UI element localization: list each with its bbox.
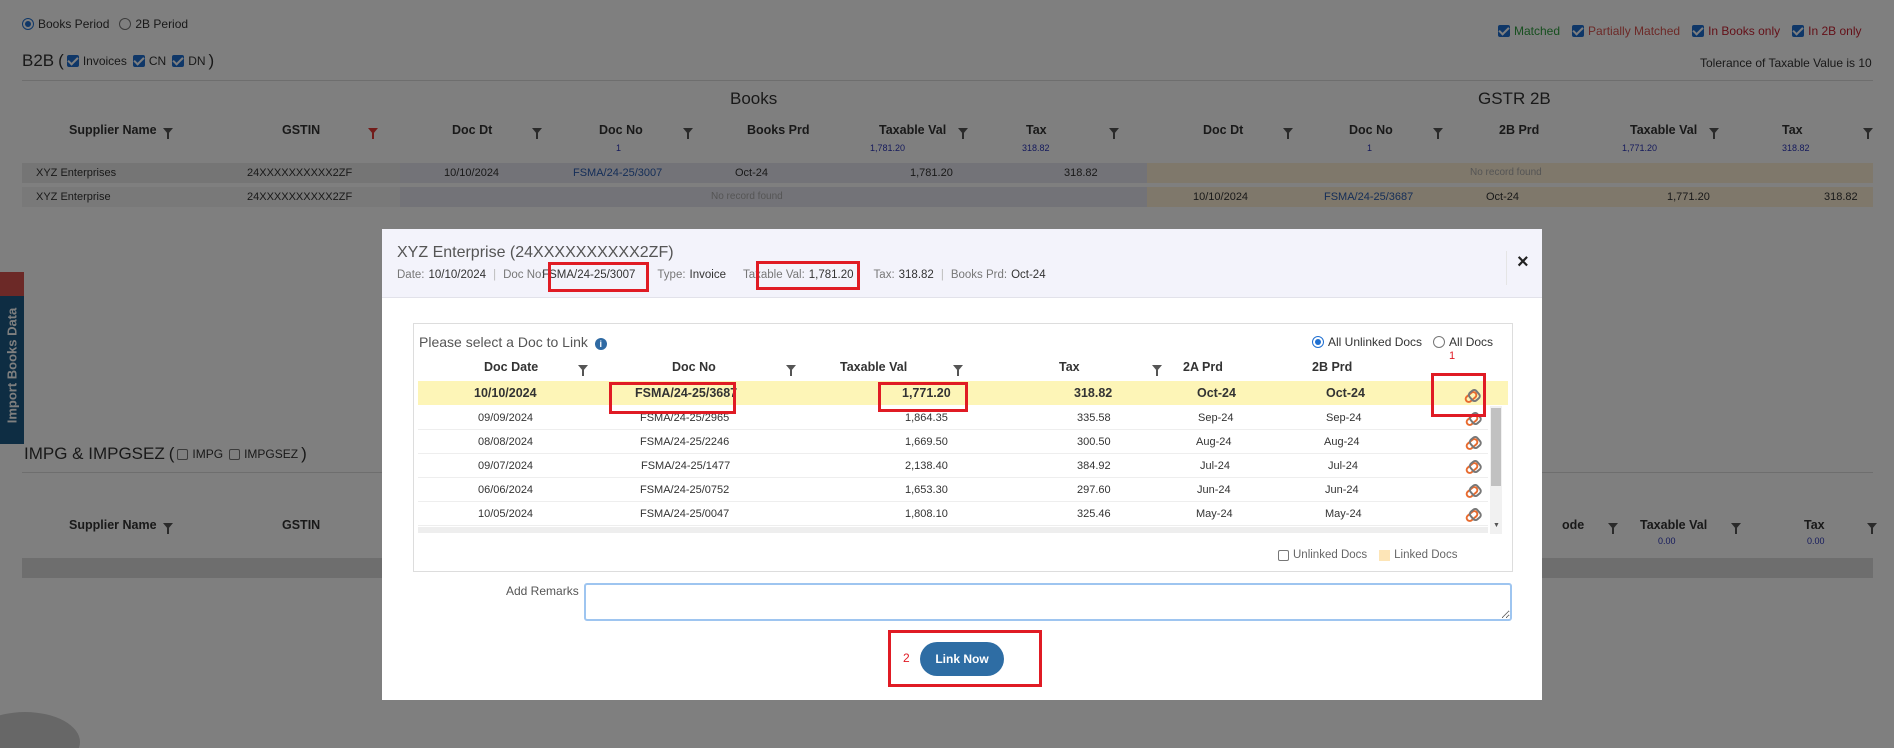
doc-2b-cell: Jun-24 bbox=[1325, 484, 1359, 496]
doc-row[interactable]: 10/05/2024 FSMA/24-25/0047 1,808.10 325.… bbox=[418, 502, 1488, 526]
unlinked-docs-label: Unlinked Docs bbox=[1293, 549, 1368, 561]
step-1-label: 1 bbox=[1449, 350, 1456, 362]
link-icon[interactable] bbox=[1464, 484, 1480, 500]
remarks-textarea[interactable] bbox=[584, 583, 1512, 621]
filter-icon[interactable] bbox=[578, 364, 589, 376]
link-icon[interactable] bbox=[1464, 436, 1480, 452]
date-value: 10/10/2024 bbox=[428, 269, 487, 281]
highlight-docno bbox=[548, 262, 649, 292]
doc-2a-cell: May-24 bbox=[1196, 508, 1233, 520]
remarks-label: Add Remarks bbox=[506, 584, 579, 598]
doc-no-cell: FSMA/24-25/1477 bbox=[641, 460, 731, 472]
doc-tax-cell: 297.60 bbox=[1077, 484, 1111, 496]
doc-tax-cell: 300.50 bbox=[1077, 436, 1111, 448]
type-value: Invoice bbox=[689, 269, 726, 281]
scroll-down-arrow[interactable]: ▼ bbox=[1493, 522, 1500, 529]
separator: | bbox=[940, 269, 944, 281]
select-doc-label: Please select a Doc to Link bbox=[419, 334, 588, 350]
doc-select-panel: Please select a Doc to Link i All Unlink… bbox=[413, 323, 1513, 572]
doc-col-no[interactable]: Doc No bbox=[672, 360, 796, 376]
doc-2a-cell: Jun-24 bbox=[1197, 484, 1231, 496]
all-docs-radio[interactable] bbox=[1433, 336, 1446, 348]
doc-col-taxable-label: Taxable Val bbox=[840, 360, 908, 374]
doc-tax-cell: 325.46 bbox=[1077, 508, 1111, 520]
highlight-doc-no bbox=[609, 382, 736, 414]
all-unlinked-radio[interactable] bbox=[1312, 336, 1324, 348]
info-icon[interactable]: i bbox=[594, 338, 607, 350]
doc-2b-cell: May-24 bbox=[1325, 508, 1362, 520]
close-button[interactable]: × bbox=[1506, 251, 1529, 285]
prd-label: Books Prd: bbox=[950, 269, 1008, 281]
doc-col-tax[interactable]: Tax bbox=[1059, 360, 1162, 376]
doc-2b-cell: Aug-24 bbox=[1324, 436, 1360, 448]
link-icon[interactable] bbox=[1464, 508, 1480, 524]
separator: | bbox=[493, 269, 497, 281]
doc-col-2a-prd: 2A Prd bbox=[1183, 360, 1223, 374]
doc-date-cell: 08/08/2024 bbox=[478, 436, 534, 448]
doc-col-no-label: Doc No bbox=[672, 360, 716, 374]
filter-icon[interactable] bbox=[953, 364, 964, 376]
doc-no-cell: FSMA/24-25/2246 bbox=[640, 436, 730, 448]
linked-docs-label: Linked Docs bbox=[1394, 549, 1458, 561]
doc-2a-cell: Aug-24 bbox=[1196, 436, 1232, 448]
tax-value: 318.82 bbox=[898, 269, 934, 281]
highlight-link-icon bbox=[1431, 373, 1486, 417]
doc-2b-cell: Sep-24 bbox=[1326, 412, 1362, 424]
filter-icon[interactable] bbox=[1151, 364, 1162, 376]
doc-taxable-cell: 1,808.10 bbox=[905, 508, 948, 520]
doc-date-cell: 06/06/2024 bbox=[478, 484, 534, 496]
doc-date-cell: 10/05/2024 bbox=[478, 508, 534, 520]
doc-col-date[interactable]: Doc Date bbox=[484, 360, 589, 376]
modal-subheader: Date: 10/10/2024 | Doc No: FSMA/24-25/30… bbox=[397, 269, 1046, 281]
link-icon[interactable] bbox=[1464, 460, 1480, 476]
docno-label: Doc No: bbox=[503, 269, 544, 281]
doc-2a-cell: Sep-24 bbox=[1198, 412, 1234, 424]
all-docs-label: All Docs bbox=[1449, 335, 1494, 349]
doc-row[interactable]: 09/07/2024 FSMA/24-25/1477 2,138.40 384.… bbox=[418, 454, 1488, 478]
doc-col-date-label: Doc Date bbox=[484, 360, 539, 374]
doc-2b-cell: Oct-24 bbox=[1326, 386, 1365, 400]
doc-col-2b-prd: 2B Prd bbox=[1312, 360, 1353, 374]
doc-tax-cell: 384.92 bbox=[1077, 460, 1111, 472]
link-doc-modal: XYZ Enterprise (24XXXXXXXXXX2ZF) Date: 1… bbox=[382, 229, 1542, 700]
doc-taxable-cell: 2,138.40 bbox=[905, 460, 948, 472]
doc-taxable-cell: 1,669.50 bbox=[905, 436, 948, 448]
modal-title: XYZ Enterprise (24XXXXXXXXXX2ZF) bbox=[397, 244, 674, 261]
doc-taxable-cell: 1,653.30 bbox=[905, 484, 948, 496]
highlight-doc-taxable bbox=[878, 382, 968, 412]
tax-label: Tax: bbox=[873, 269, 895, 281]
doc-tax-cell: 335.58 bbox=[1077, 412, 1111, 424]
doc-2a-cell: Jul-24 bbox=[1200, 460, 1230, 472]
filter-icon[interactable] bbox=[785, 364, 796, 376]
doc-col-tax-label: Tax bbox=[1059, 360, 1080, 374]
doc-filter-options: All Unlinked Docs All Docs bbox=[1312, 335, 1493, 349]
doc-row-partial bbox=[418, 527, 1488, 533]
doc-row[interactable]: 06/06/2024 FSMA/24-25/0752 1,653.30 297.… bbox=[418, 478, 1488, 502]
prd-value: Oct-24 bbox=[1011, 269, 1046, 281]
all-unlinked-label: All Unlinked Docs bbox=[1328, 335, 1423, 349]
doc-col-taxable[interactable]: Taxable Val bbox=[840, 360, 964, 376]
scrollbar-thumb[interactable] bbox=[1491, 408, 1501, 486]
doc-no-cell: FSMA/24-25/0047 bbox=[640, 508, 730, 520]
doc-taxable-cell: 1,864.35 bbox=[905, 412, 948, 424]
type-label: Type: bbox=[657, 269, 686, 281]
doc-no-cell: FSMA/24-25/0752 bbox=[640, 484, 730, 496]
doc-2a-cell: Oct-24 bbox=[1197, 386, 1236, 400]
doc-row[interactable]: 08/08/2024 FSMA/24-25/2246 1,669.50 300.… bbox=[418, 430, 1488, 454]
doc-date-cell: 09/09/2024 bbox=[478, 412, 534, 424]
highlight-link-now bbox=[888, 630, 1042, 687]
doc-legend: Unlinked Docs Linked Docs bbox=[1278, 549, 1457, 561]
highlight-taxable bbox=[756, 261, 860, 290]
doc-date-cell: 09/07/2024 bbox=[478, 460, 534, 472]
select-doc-heading: Please select a Doc to Link i bbox=[419, 334, 607, 350]
scrollbar-track[interactable]: ▼ bbox=[1490, 406, 1502, 534]
doc-2b-cell: Jul-24 bbox=[1328, 460, 1358, 472]
doc-tax-cell: 318.82 bbox=[1074, 386, 1113, 400]
doc-date-cell: 10/10/2024 bbox=[474, 386, 537, 400]
linked-swatch bbox=[1379, 549, 1391, 561]
date-label: Date: bbox=[397, 269, 425, 281]
unlinked-docs-checkbox[interactable] bbox=[1278, 549, 1289, 561]
